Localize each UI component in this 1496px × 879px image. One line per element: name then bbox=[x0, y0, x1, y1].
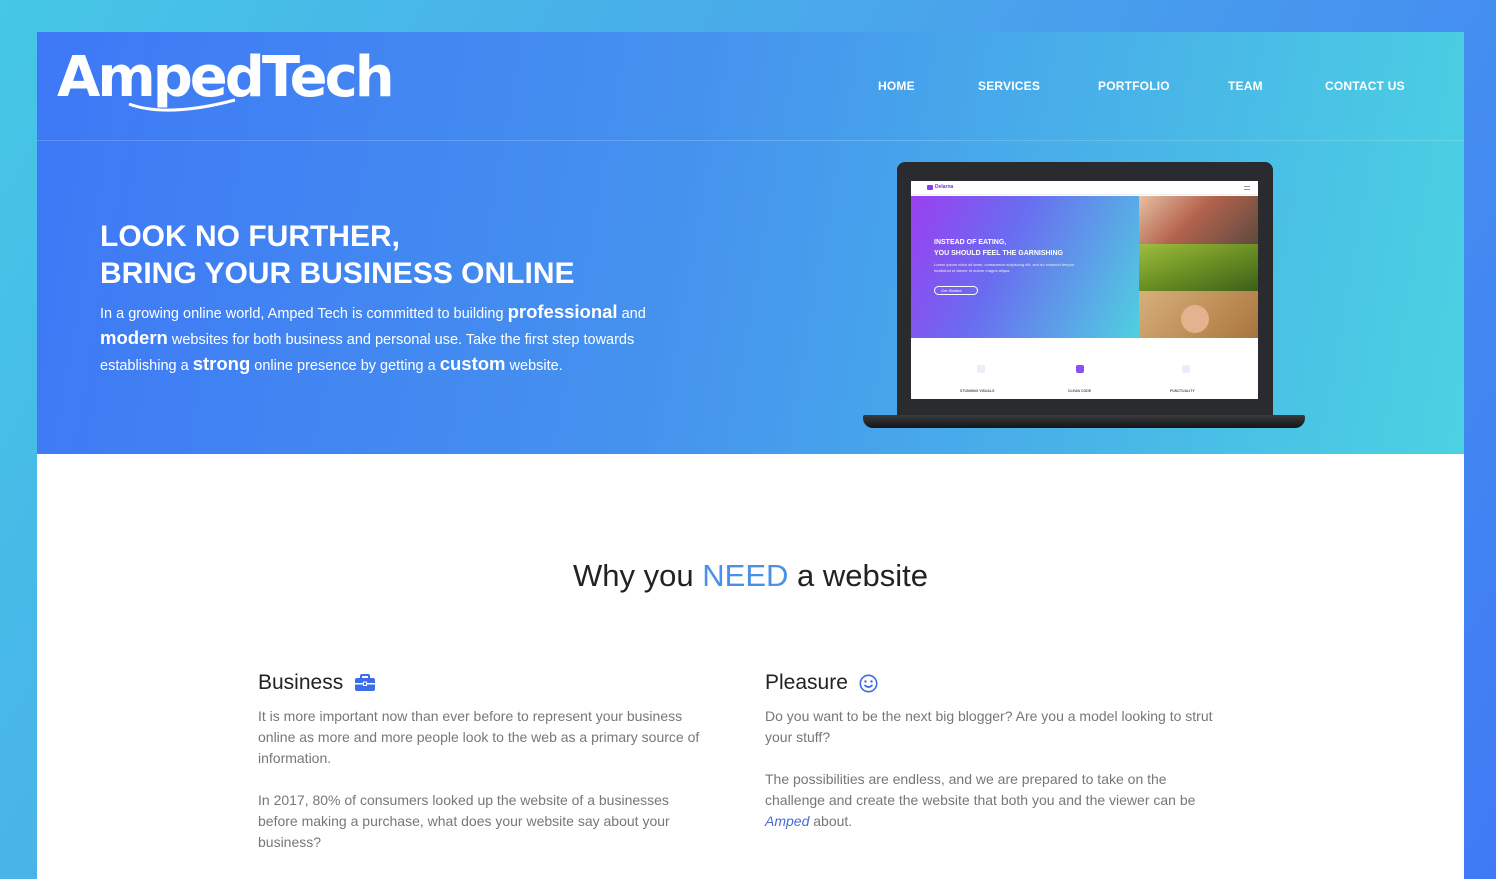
nav-services[interactable]: SERVICES bbox=[978, 79, 1040, 93]
pleasure-heading-text: Pleasure bbox=[765, 671, 848, 694]
clock-icon bbox=[1182, 365, 1190, 373]
hero-text-part: website. bbox=[505, 358, 563, 374]
screen-hero-title-line2: YOU SHOULD FEEL THE GARNISHING bbox=[934, 250, 1063, 257]
navbar: AmpedTech HOME SERVICES PORTFOLIO TEAM C… bbox=[37, 32, 1464, 141]
page: AmpedTech HOME SERVICES PORTFOLIO TEAM C… bbox=[37, 32, 1464, 879]
screen-topbar: Delarna bbox=[911, 181, 1258, 195]
section-title-post: a website bbox=[788, 558, 928, 593]
hero-section: AmpedTech HOME SERVICES PORTFOLIO TEAM C… bbox=[37, 32, 1464, 454]
business-paragraph-2: In 2017, 80% of consumers looked up the … bbox=[258, 792, 670, 850]
pleasure-p2-text: The possibilities are endless, and we ar… bbox=[765, 771, 1196, 808]
laptop-mockup-image: Delarna INSTEAD OF EATING, YOU SHOULD FE… bbox=[863, 162, 1305, 432]
hero-text-part: online presence by getting a bbox=[250, 358, 440, 374]
hero-text-bold: modern bbox=[100, 327, 168, 348]
hero-text-part: and bbox=[617, 306, 646, 322]
business-heading-text: Business bbox=[258, 671, 344, 694]
screen-get-started-button: Get Started bbox=[934, 286, 978, 295]
screen-hero-subtitle: Lorem ipsum dolor sit amet, consectetur … bbox=[934, 262, 1074, 274]
nav-contact-us[interactable]: CONTACT US bbox=[1325, 79, 1405, 93]
hero-title: LOOK NO FURTHER, BRING YOUR BUSINESS ONL… bbox=[100, 218, 575, 292]
screen-hero: INSTEAD OF EATING, YOU SHOULD FEEL THE G… bbox=[911, 196, 1139, 338]
pleasure-paragraph-2: The possibilities are endless, and we ar… bbox=[765, 769, 1215, 832]
hero-text-bold: strong bbox=[192, 353, 251, 374]
screen-hero-title-line1: INSTEAD OF EATING, bbox=[934, 239, 1007, 246]
logo-swoosh-icon bbox=[128, 98, 236, 112]
screen-hero-title: INSTEAD OF EATING, YOU SHOULD FEEL THE G… bbox=[934, 237, 1063, 259]
nav-home[interactable]: HOME bbox=[878, 79, 915, 93]
section-title-highlight: NEED bbox=[702, 558, 789, 593]
business-column: Business It is more important now than e… bbox=[258, 668, 708, 853]
code-icon bbox=[1076, 365, 1084, 373]
hero-title-line2: BRING YOUR BUSINESS ONLINE bbox=[100, 257, 575, 290]
section-title: Why you NEED a website bbox=[37, 558, 1464, 594]
hero-title-line1: LOOK NO FURTHER, bbox=[100, 220, 400, 253]
pleasure-paragraph-1: Do you want to be the next big blogger? … bbox=[765, 708, 1213, 745]
nav-portfolio[interactable]: PORTFOLIO bbox=[1098, 79, 1170, 93]
pleasure-p2-text: about. bbox=[809, 813, 853, 829]
hero-text-part: In a growing online world, Amped Tech is… bbox=[100, 306, 508, 322]
laptop-lid: Delarna INSTEAD OF EATING, YOU SHOULD FE… bbox=[897, 162, 1273, 418]
amped-emphasis: Amped bbox=[765, 813, 810, 829]
screen-feature-label: PUNCTUALITY bbox=[1170, 389, 1195, 393]
briefcase-icon bbox=[355, 674, 376, 692]
screen-feature-label: CLEAN CODE bbox=[1068, 389, 1092, 393]
screen-brand: Delarna bbox=[935, 184, 954, 190]
hero-text-bold: professional bbox=[507, 301, 618, 322]
screen-brand-icon bbox=[927, 185, 933, 190]
screen-photo-fields bbox=[1139, 244, 1258, 291]
screen-hero-sub-line2: incididunt ut labore et dolore magna ali… bbox=[934, 268, 1011, 273]
screen-photo-food bbox=[1139, 196, 1258, 244]
laptop-base bbox=[863, 415, 1305, 428]
visuals-icon bbox=[977, 365, 985, 373]
pleasure-column: Pleasure Do you want to be the next big … bbox=[765, 668, 1215, 832]
business-heading: Business bbox=[258, 668, 708, 698]
business-paragraph-1: It is more important now than ever befor… bbox=[258, 708, 700, 766]
nav-team[interactable]: TEAM bbox=[1228, 79, 1263, 93]
hero-description: In a growing online world, Amped Tech is… bbox=[100, 300, 700, 378]
smiley-icon bbox=[859, 674, 878, 693]
screen-menu-icon bbox=[1244, 186, 1250, 190]
hero-text-bold: custom bbox=[439, 353, 506, 374]
laptop-screen: Delarna INSTEAD OF EATING, YOU SHOULD FE… bbox=[911, 181, 1258, 399]
section-title-pre: Why you bbox=[573, 558, 703, 593]
pleasure-heading: Pleasure bbox=[765, 668, 1215, 698]
screen-feature-label: STUNNING VISUALS bbox=[960, 389, 995, 393]
screen-portrait-face bbox=[1181, 305, 1209, 333]
